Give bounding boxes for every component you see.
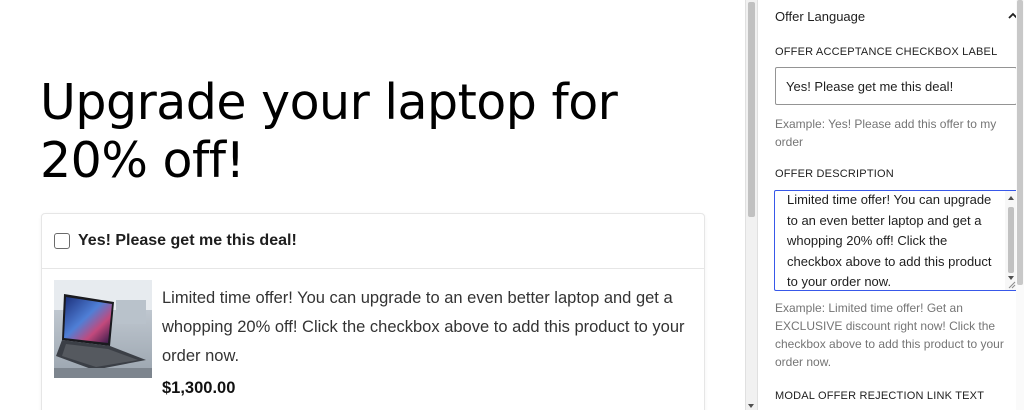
- canvas-scrollbar[interactable]: [745, 0, 757, 410]
- description-field-label: OFFER DESCRIPTION: [775, 168, 894, 180]
- editor-window: Upgrade your laptop for 20% off! Yes! Pl…: [0, 0, 1024, 410]
- description-textarea[interactable]: Limited time offer! You can upgrade to a…: [774, 190, 1018, 291]
- offer-body: Limited time offer! You can upgrade to a…: [42, 269, 704, 397]
- scroll-down-arrow-icon[interactable]: [748, 404, 754, 408]
- description-help: Example: Limited time offer! Get an EXCL…: [775, 301, 1004, 369]
- offer-language-panel-toggle[interactable]: Offer Language: [775, 0, 1020, 32]
- editor-canvas: Upgrade your laptop for 20% off! Yes! Pl…: [0, 0, 745, 410]
- offer-description: Limited time offer! You can upgrade to a…: [162, 289, 685, 365]
- product-image: [54, 280, 152, 378]
- offer-header: Yes! Please get me this deal!: [42, 214, 704, 269]
- resize-grip-icon[interactable]: [1008, 281, 1016, 289]
- offer-checkbox[interactable]: [54, 233, 70, 249]
- offer-checkbox-label[interactable]: Yes! Please get me this deal!: [78, 232, 297, 250]
- offer-block[interactable]: Yes! Please get me this deal! Limited ti…: [41, 213, 705, 410]
- settings-sidebar: Offer Language OFFER ACCEPTANCE CHECKBOX…: [757, 0, 1024, 410]
- sidebar-scrollbar-thumb[interactable]: [1017, 0, 1023, 285]
- page-heading[interactable]: Upgrade your laptop for 20% off!: [40, 74, 680, 190]
- rejection-link-field-label: MODAL OFFER REJECTION LINK TEXT: [775, 390, 985, 402]
- textarea-scrollbar-thumb[interactable]: [1008, 207, 1014, 273]
- panel-title: Offer Language: [775, 8, 866, 24]
- offer-price: $1,300.00: [162, 379, 236, 397]
- checkbox-label-help: Example: Yes! Please add this offer to m…: [775, 117, 997, 149]
- checkbox-label-input[interactable]: Yes! Please get me this deal!: [775, 67, 1017, 105]
- checkbox-label-field-label: OFFER ACCEPTANCE CHECKBOX LABEL: [775, 46, 998, 58]
- sidebar-scrollbar[interactable]: [1016, 0, 1024, 410]
- scroll-up-arrow-icon[interactable]: [1008, 196, 1014, 200]
- canvas-scrollbar-thumb[interactable]: [748, 2, 755, 217]
- description-textarea-text[interactable]: Limited time offer! You can upgrade to a…: [787, 191, 1001, 290]
- laptop-photo-icon: [54, 280, 152, 378]
- scroll-down-arrow-icon[interactable]: [1008, 276, 1014, 280]
